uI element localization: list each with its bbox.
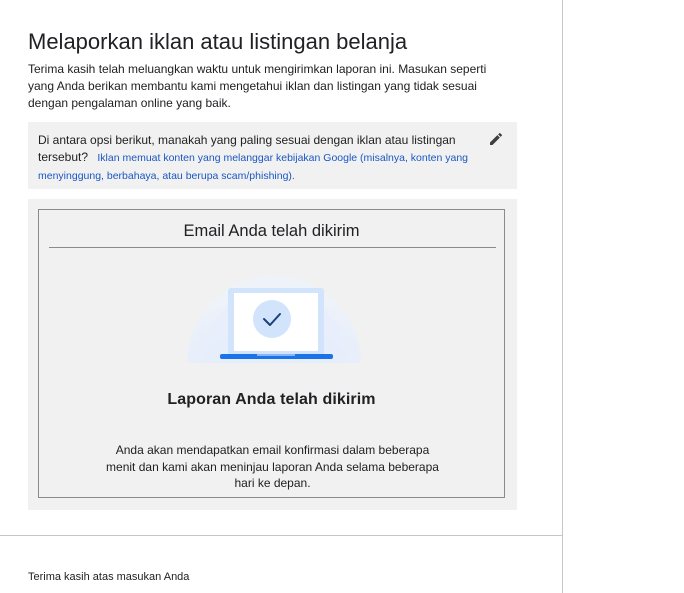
question-answer: Iklan memuat konten yang melanggar kebij… (38, 152, 469, 182)
page-title: Melaporkan iklan atau listingan belanja (28, 29, 408, 54)
report-sent-body: Anda akan mendapatkan email konfirmasi d… (106, 443, 439, 490)
email-sent-heading: Email Anda telah dikirim (183, 222, 360, 240)
footer-divider (0, 535, 562, 536)
intro-text: Terima kasih telah meluangkan waktu untu… (28, 62, 487, 110)
question-text-block: Di antara opsi berikut, manakah yang pal… (38, 132, 478, 185)
pencil-icon (490, 132, 503, 145)
report-sent-title: Laporan Anda telah dikirim (167, 391, 376, 408)
edit-answer-button[interactable] (488, 131, 504, 147)
footer-thanks: Terima kasih atas masukan Anda (28, 571, 190, 583)
report-page: Melaporkan iklan atau listingan belanja … (0, 0, 563, 593)
question-summary: Di antara opsi berikut, manakah yang pal… (28, 122, 517, 189)
laptop-checkmark-icon (187, 276, 361, 363)
heading-divider (49, 247, 496, 248)
confirmation-panel: Email Anda telah dikirim Laporan Anda te… (28, 199, 517, 510)
confirmation-card: Email Anda telah dikirim Laporan Anda te… (38, 209, 505, 498)
